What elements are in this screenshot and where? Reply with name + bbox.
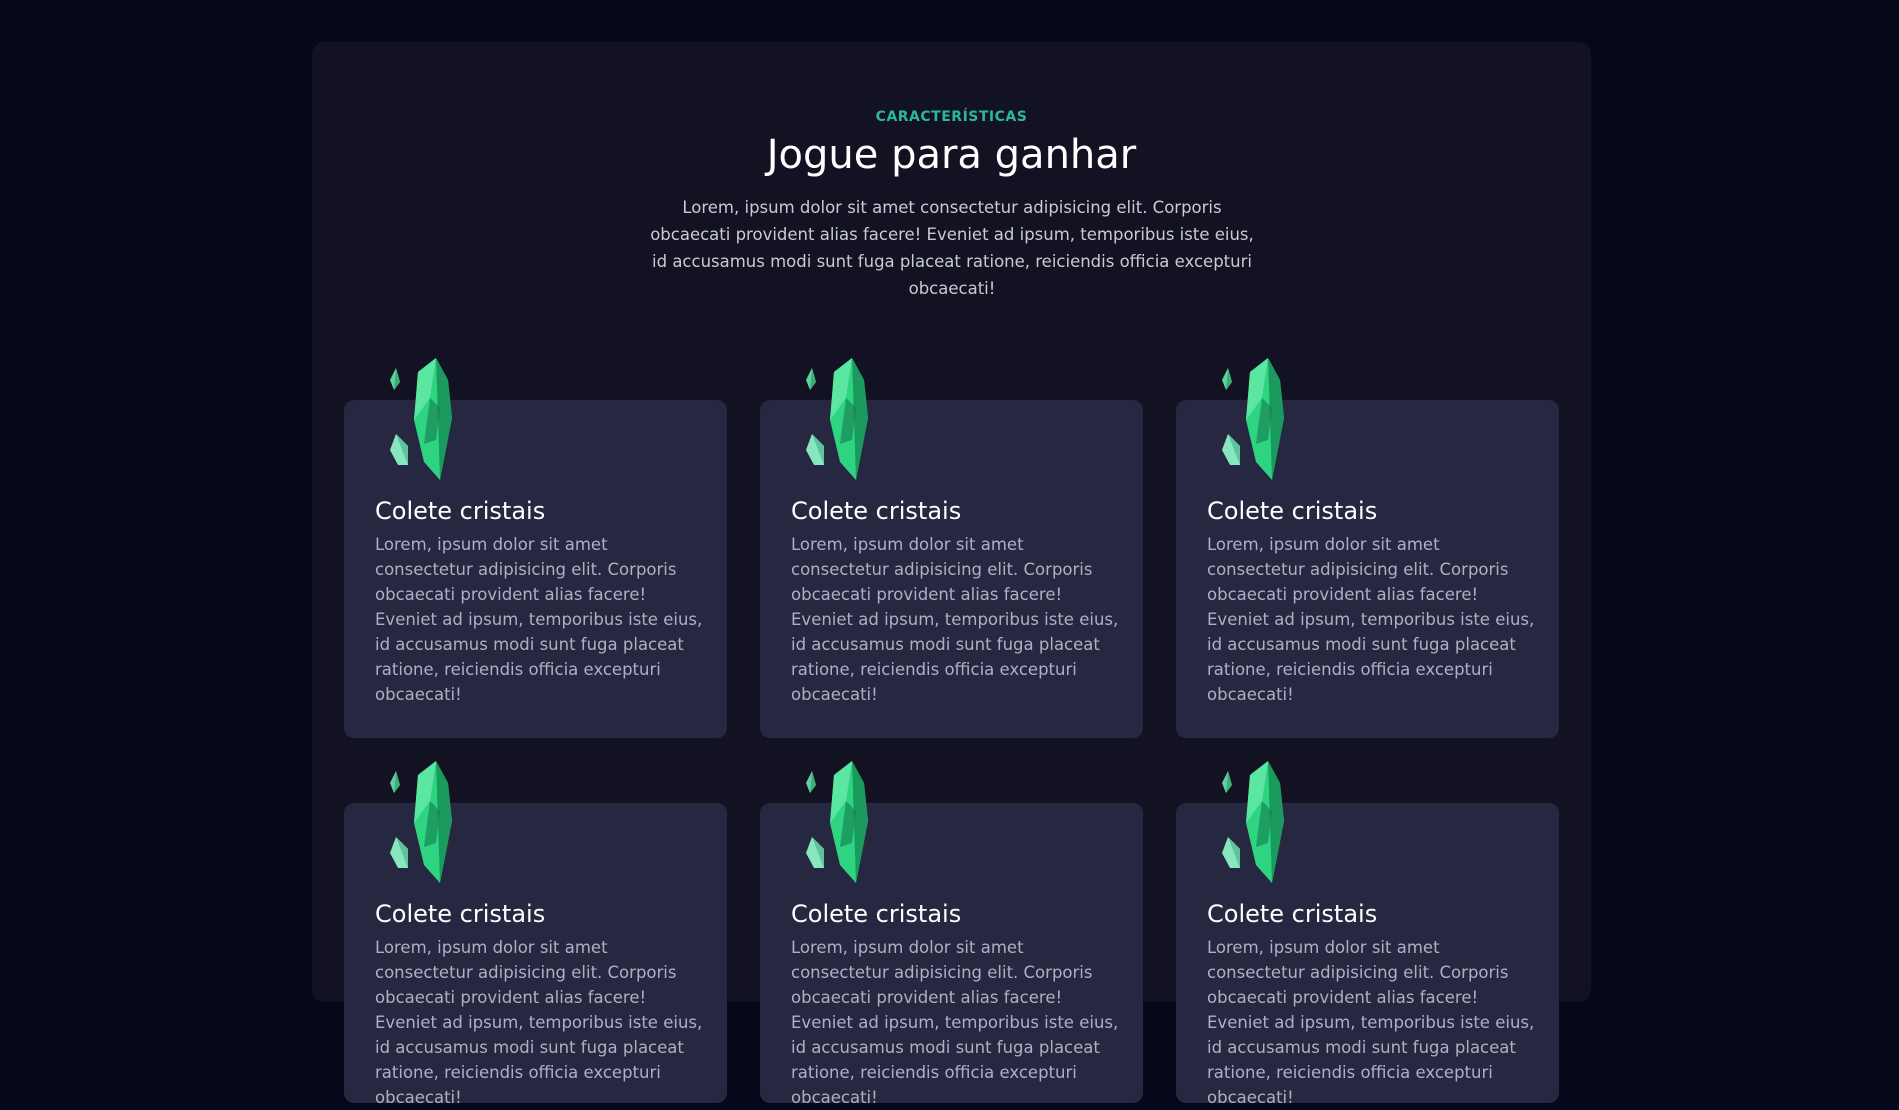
feature-text: Lorem, ipsum dolor sit amet consectetur … [791,535,1119,704]
feature-card: Colete cristais Lorem, ipsum dolor sit a… [760,761,1143,1107]
crystal-icon [806,761,868,883]
feature-card: Colete cristais Lorem, ipsum dolor sit a… [760,358,1143,738]
crystal-icon [390,358,452,480]
crystal-icon [806,358,868,480]
feature-title: Colete cristais [1207,497,1378,525]
crystal-icon [1222,761,1284,883]
feature-text: Lorem, ipsum dolor sit amet consectetur … [375,938,703,1107]
feature-title: Colete cristais [1207,900,1378,928]
feature-title: Colete cristais [375,497,546,525]
features-section: CARACTERÍSTICAS Jogue para ganhar Lorem,… [312,42,1591,1107]
feature-text: Lorem, ipsum dolor sit amet consectetur … [1207,535,1535,704]
feature-text: Lorem, ipsum dolor sit amet consectetur … [375,535,703,704]
feature-card: Colete cristais Lorem, ipsum dolor sit a… [1176,761,1559,1107]
feature-card: Colete cristais Lorem, ipsum dolor sit a… [344,761,727,1107]
feature-card: Colete cristais Lorem, ipsum dolor sit a… [1176,358,1559,738]
section-eyebrow: CARACTERÍSTICAS [875,109,1028,125]
section-intro: Lorem, ipsum dolor sit amet consectetur … [650,198,1254,298]
feature-card: Colete cristais Lorem, ipsum dolor sit a… [344,358,727,738]
crystal-icon [390,761,452,883]
feature-title: Colete cristais [375,900,546,928]
feature-text: Lorem, ipsum dolor sit amet consectetur … [1207,938,1535,1107]
section-title: Jogue para ganhar [766,132,1137,178]
crystal-icon [1222,358,1284,480]
feature-title: Colete cristais [791,900,962,928]
feature-text: Lorem, ipsum dolor sit amet consectetur … [791,938,1119,1107]
feature-title: Colete cristais [791,497,962,525]
